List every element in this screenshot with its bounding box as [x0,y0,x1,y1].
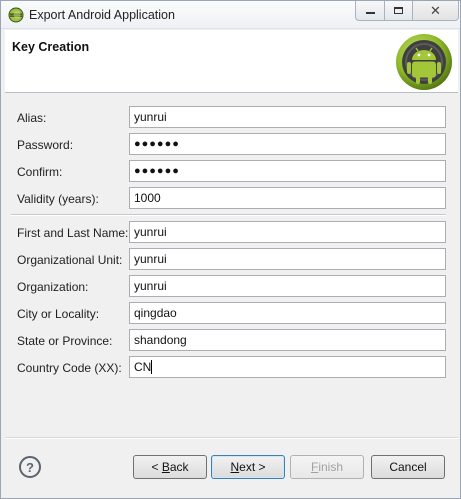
window-title: Export Android Application [29,8,175,22]
help-icon[interactable]: ? [19,456,41,478]
next-button-label: Next > [230,460,266,474]
minimize-icon [365,12,375,14]
section-separator [11,214,446,216]
finish-button[interactable]: Finish [290,455,364,479]
back-button[interactable]: < Back [133,455,207,479]
password-field[interactable]: ●●●●●● [129,133,446,155]
button-bar-separator [5,437,458,439]
finish-button-label: Finish [310,460,344,474]
country-code-value: CN [134,360,152,374]
close-icon: ✕ [430,2,441,18]
org-unit-label: Organizational Unit: [17,253,123,267]
maximize-icon [394,7,403,14]
validity-label: Validity (years): [17,192,99,206]
back-button-label: < Back [151,460,189,474]
export-dialog-window: Export Android Application ✕ Key Creatio… [0,0,461,499]
alias-label: Alias: [17,111,47,125]
close-button[interactable]: ✕ [412,1,459,21]
alias-field[interactable]: yunrui [129,106,446,128]
name-field[interactable]: yunrui [129,221,446,243]
android-logo-icon [396,34,452,90]
wizard-header: Key Creation [5,30,458,93]
next-button[interactable]: Next > [211,455,285,479]
eclipse-icon [8,7,24,23]
key-form: Alias: yunrui Password: ●●●●●● Confirm: … [5,94,458,430]
cancel-button[interactable]: Cancel [371,455,445,479]
organization-label: Organization: [17,280,89,294]
page-title: Key Creation [12,40,90,54]
city-field[interactable]: qingdao [129,302,446,324]
minimize-button[interactable] [355,1,385,21]
maximize-button[interactable] [384,1,413,21]
title-bar[interactable]: Export Android Application ✕ [1,1,460,29]
confirm-password-field[interactable]: ●●●●●● [129,160,446,182]
state-field[interactable]: shandong [129,329,446,351]
password-label: Password: [17,138,74,152]
name-label: First and Last Name: [17,226,129,240]
country-label: Country Code (XX): [17,361,122,375]
org-unit-field[interactable]: yunrui [129,248,446,270]
country-code-field[interactable]: CN [129,356,446,378]
organization-field[interactable]: yunrui [129,275,446,297]
city-label: City or Locality: [17,307,100,321]
validity-field[interactable]: 1000 [129,187,446,209]
cancel-button-label: Cancel [389,460,427,474]
confirm-label: Confirm: [17,165,63,179]
text-caret [151,360,153,374]
state-label: State or Province: [17,334,113,348]
